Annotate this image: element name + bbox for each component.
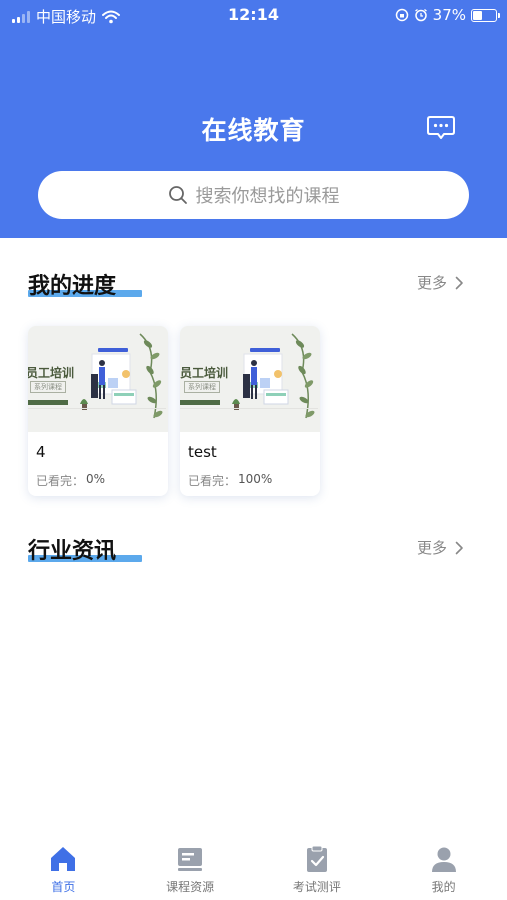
watched-label: 已看完： xyxy=(36,474,85,488)
news-section-header: 行业资讯 更多 xyxy=(28,533,478,567)
thumbnail-title: 员工培训 xyxy=(180,366,229,380)
tab-label: 考试测评 xyxy=(292,880,341,894)
chevron-right-icon xyxy=(455,541,463,554)
progress-card-list: 员工培训 系列课程 4 已看完： 0% 员工培训 系列课程 test 已看完： … xyxy=(28,326,320,496)
tab-bar: 首页 课程资源 考试测评 我的 xyxy=(0,836,507,900)
tab-mine[interactable]: 我的 xyxy=(380,836,507,900)
thumbnail-subtitle: 系列课程 xyxy=(30,381,66,393)
tab-home[interactable]: 首页 xyxy=(0,836,127,900)
alarm-icon xyxy=(414,8,427,22)
home-icon xyxy=(51,847,76,871)
battery-icon xyxy=(471,8,500,22)
app-screen: 中国移动 12:14 37% 在线教育 搜索你想找的课程 我的进度 更多 员工培… xyxy=(0,0,507,900)
status-bar: 中国移动 12:14 37% xyxy=(0,0,507,30)
news-section-title: 行业资讯 xyxy=(28,539,117,564)
course-progress: 已看完： 100% xyxy=(188,472,272,489)
tab-exam[interactable]: 考试测评 xyxy=(254,836,381,900)
progress-more-link[interactable]: 更多 xyxy=(417,272,464,293)
news-more-link[interactable]: 更多 xyxy=(417,537,464,558)
tab-course-resources[interactable]: 课程资源 xyxy=(127,836,254,900)
header: 中国移动 12:14 37% 在线教育 搜索你想找的课程 xyxy=(0,0,507,238)
course-icon xyxy=(178,848,203,871)
course-card[interactable]: 员工培训 系列课程 test 已看完： 100% xyxy=(180,326,320,496)
status-right: 37% xyxy=(395,6,500,24)
tab-label: 首页 xyxy=(51,880,76,894)
search-placeholder: 搜索你想找的课程 xyxy=(195,186,340,207)
course-name: 4 xyxy=(36,443,46,461)
more-label: 更多 xyxy=(416,539,447,557)
battery-percent: 37% xyxy=(432,6,466,24)
watched-percent: 0% xyxy=(86,472,106,486)
course-thumbnail: 员工培训 系列课程 xyxy=(28,326,168,432)
tab-label: 课程资源 xyxy=(166,880,215,894)
search-input[interactable]: 搜索你想找的课程 xyxy=(38,171,469,219)
exam-icon xyxy=(306,845,327,872)
chevron-right-icon xyxy=(455,276,463,289)
tab-label: 我的 xyxy=(431,880,456,894)
message-icon[interactable] xyxy=(425,113,457,143)
progress-section-title: 我的进度 xyxy=(28,274,117,299)
course-name: test xyxy=(188,443,217,461)
user-icon xyxy=(431,847,456,872)
watched-percent: 100% xyxy=(238,472,273,486)
search-icon xyxy=(168,186,187,204)
thumbnail-subtitle: 系列课程 xyxy=(184,381,220,393)
watched-label: 已看完： xyxy=(188,474,237,488)
course-card[interactable]: 员工培训 系列课程 4 已看完： 0% xyxy=(28,326,168,496)
thumbnail-title: 员工培训 xyxy=(28,366,75,380)
progress-section-header: 我的进度 更多 xyxy=(28,268,478,302)
course-thumbnail: 员工培训 系列课程 xyxy=(180,326,320,432)
course-progress: 已看完： 0% xyxy=(36,472,105,489)
rotation-lock-icon xyxy=(395,8,408,22)
more-label: 更多 xyxy=(416,274,447,292)
